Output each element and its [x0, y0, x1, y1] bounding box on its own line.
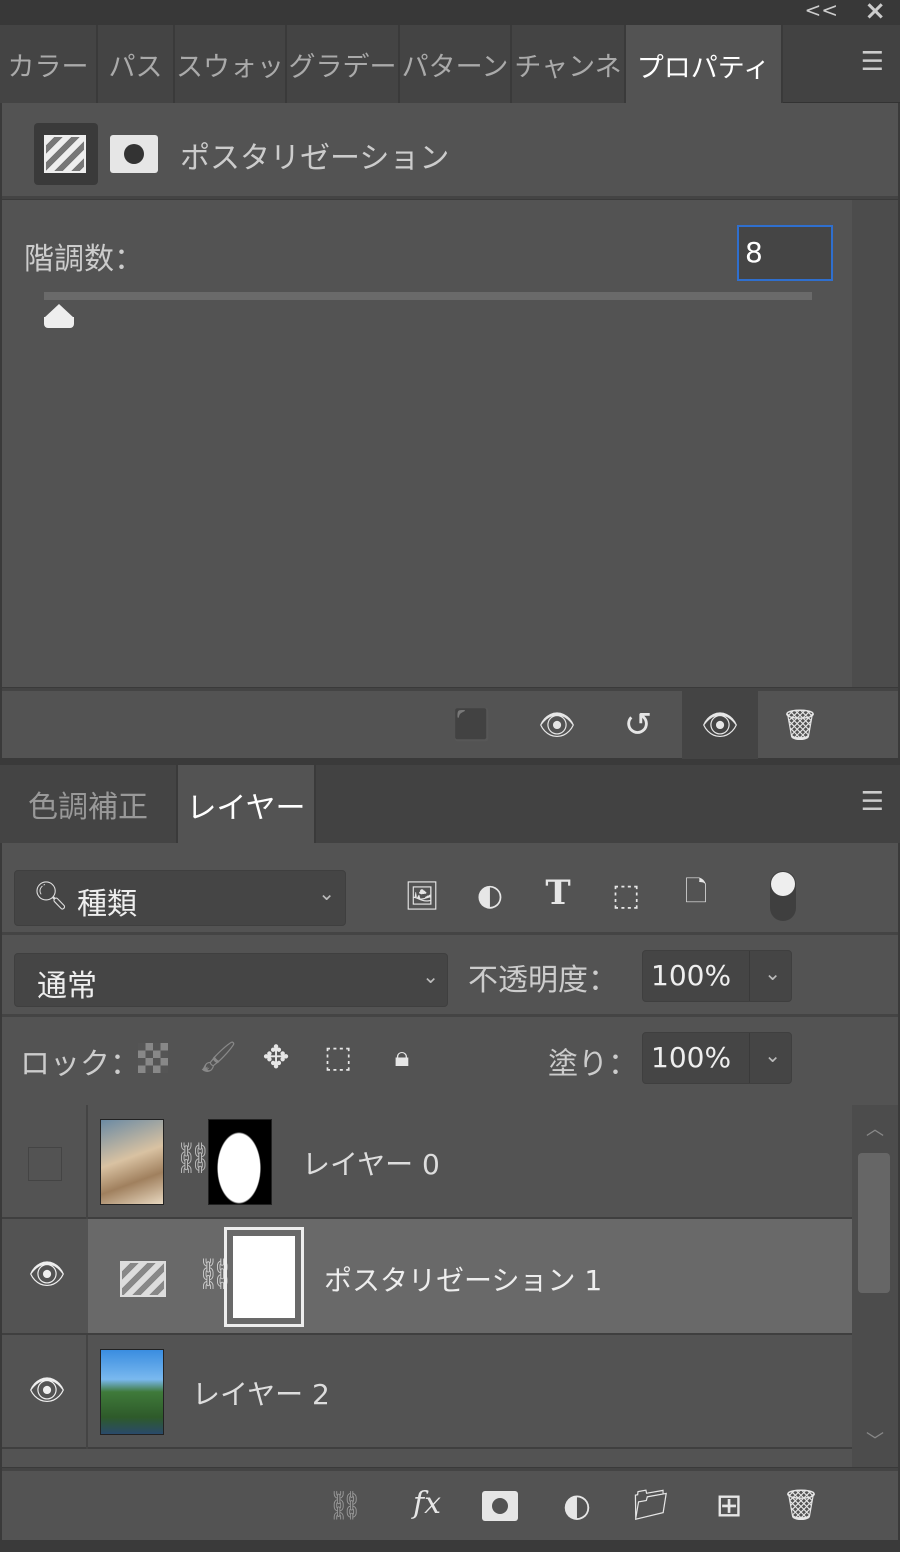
scrollbar-thumb[interactable]: [858, 1153, 890, 1293]
levels-slider-track[interactable]: [44, 292, 812, 300]
filter-toggle[interactable]: [770, 871, 796, 921]
layer-mask-thumbnail[interactable]: [208, 1119, 272, 1205]
tab-properties[interactable]: プロパティ: [626, 25, 783, 105]
layer-row-selected[interactable]: 👁 ⛓ ポスタリゼーション 1: [2, 1219, 854, 1335]
opacity-label: 不透明度：: [468, 963, 618, 998]
toggle-visibility-icon[interactable]: 👁: [682, 691, 758, 759]
panel-title-bar: << ×: [0, 0, 900, 26]
view-previous-state-icon[interactable]: 👁: [527, 703, 587, 747]
filter-smart-object-icon[interactable]: 🗋: [676, 875, 716, 915]
levels-label: 階調数：: [24, 242, 144, 277]
link-icon[interactable]: ⛓: [174, 1141, 212, 1176]
scroll-up-icon[interactable]: ︿: [866, 1115, 884, 1141]
reset-icon[interactable]: ↺: [608, 703, 668, 747]
delete-icon[interactable]: 🗑: [772, 703, 828, 747]
lock-transparent-icon[interactable]: [138, 1043, 168, 1073]
filter-kind-value: 種類: [77, 887, 137, 922]
fill-value: 100%: [651, 1041, 732, 1074]
filter-adjustment-icon[interactable]: ◐: [470, 875, 510, 915]
filter-pixel-icon[interactable]: 🖼: [402, 875, 442, 915]
lock-all-icon[interactable]: 🔒︎: [382, 1037, 422, 1077]
properties-content: 階調数： 8: [2, 200, 852, 687]
layers-list: ⛓ レイヤー 0 👁 ⛓ ポスタリゼーション 1 👁 レイヤー 2: [2, 1105, 898, 1467]
tab-paths[interactable]: パス: [98, 25, 175, 103]
levels-input[interactable]: 8: [737, 225, 833, 281]
properties-toolbar: ⬛ 👁 ↺ 👁 🗑: [2, 688, 898, 759]
search-icon: 🔍︎: [33, 879, 69, 912]
adjustment-title: ポスタリゼーション: [180, 141, 450, 176]
scroll-down-icon[interactable]: ﹀: [866, 1427, 884, 1453]
blend-row: 通常 ⌄ 不透明度： 100% ⌄: [2, 935, 898, 1017]
filter-shape-icon[interactable]: ⬚: [606, 875, 646, 915]
fill-input[interactable]: 100% ⌄: [642, 1032, 792, 1084]
layer-thumbnail: [100, 1349, 164, 1435]
properties-header: ポスタリゼーション: [2, 103, 898, 199]
delete-layer-icon[interactable]: 🗑: [778, 1485, 824, 1525]
new-adjustment-icon[interactable]: ◐: [554, 1485, 600, 1525]
tab-layers[interactable]: レイヤー: [178, 765, 316, 845]
layer-mask-thumbnail[interactable]: [224, 1227, 304, 1327]
chevron-down-icon[interactable]: ⌄: [764, 961, 781, 985]
filter-type-icon[interactable]: T: [538, 873, 578, 913]
filter-row: 🔍︎ 種類 ⌄ 🖼 ◐ T ⬚ 🗋: [2, 843, 898, 935]
opacity-value: 100%: [651, 959, 732, 992]
layers-scrollbar[interactable]: ︿ ﹀: [852, 1105, 898, 1467]
fill-label: 塗り：: [548, 1047, 638, 1082]
visibility-checkbox[interactable]: [28, 1147, 62, 1181]
properties-scrollbar[interactable]: [852, 200, 898, 687]
blend-mode-value: 通常: [37, 969, 97, 1004]
lock-paint-brush-icon[interactable]: 🖌: [198, 1037, 238, 1077]
clip-to-layer-icon[interactable]: ⬛: [442, 703, 502, 747]
new-layer-icon[interactable]: ⊞: [706, 1485, 752, 1525]
adjustment-tab-button[interactable]: [34, 123, 98, 185]
tab-swatches[interactable]: スウォッ: [175, 25, 287, 103]
panel-menu-icon[interactable]: ☰: [861, 47, 884, 77]
eye-icon[interactable]: 👁: [28, 1373, 66, 1408]
filter-kind-select[interactable]: 🔍︎ 種類 ⌄: [14, 870, 346, 926]
mask-tab-button[interactable]: [110, 135, 158, 173]
chevron-down-icon[interactable]: ⌄: [764, 1043, 781, 1067]
layers-menu-icon[interactable]: ☰: [861, 787, 884, 817]
posterize-icon: [44, 135, 86, 173]
layer-row[interactable]: 👁 レイヤー 2: [2, 1335, 854, 1449]
layer-row[interactable]: ⛓ レイヤー 0: [2, 1105, 854, 1219]
close-button[interactable]: ×: [864, 0, 886, 26]
opacity-input[interactable]: 100% ⌄: [642, 950, 792, 1002]
layer-name[interactable]: レイヤー 2: [192, 1373, 330, 1413]
tab-gradients[interactable]: グラデー: [287, 25, 400, 103]
link-layers-icon[interactable]: ⛓: [322, 1485, 368, 1525]
tab-adjustments[interactable]: 色調補正: [0, 765, 178, 843]
tab-patterns[interactable]: パターン: [400, 25, 512, 103]
adjustment-layer-icon: [120, 1261, 166, 1297]
add-mask-icon[interactable]: [482, 1491, 518, 1521]
levels-slider-thumb[interactable]: [44, 304, 74, 318]
layer-name[interactable]: レイヤー 0: [302, 1143, 440, 1183]
chevron-down-icon: ⌄: [318, 881, 335, 905]
mask-icon: [124, 144, 144, 164]
lock-move-icon[interactable]: ✥: [256, 1037, 296, 1077]
layer-thumbnail: [100, 1119, 164, 1205]
layers-toolbar: ⛓ fx ◐ 📁︎ ⊞ 🗑: [2, 1468, 898, 1540]
slider-thumb-base: [44, 317, 74, 328]
fx-icon[interactable]: fx: [402, 1483, 452, 1523]
new-group-icon[interactable]: 📁︎: [628, 1485, 674, 1525]
tab-channels[interactable]: チャンネ: [512, 25, 626, 103]
lock-artboard-icon[interactable]: ⬚: [318, 1037, 358, 1077]
eye-icon[interactable]: 👁: [28, 1257, 66, 1292]
lock-label: ロック：: [20, 1047, 140, 1082]
blend-mode-select[interactable]: 通常 ⌄: [14, 953, 448, 1007]
layer-name[interactable]: ポスタリゼーション 1: [324, 1259, 602, 1299]
collapse-button[interactable]: <<: [804, 0, 838, 22]
tab-color[interactable]: カラー: [0, 25, 98, 103]
lock-row: ロック： 🖌 ✥ ⬚ 🔒︎ 塗り： 100% ⌄: [2, 1017, 898, 1105]
top-tab-bar: カラー パス スウォッ グラデー パターン チャンネ プロパティ ☰: [0, 25, 900, 105]
chevron-down-icon: ⌄: [422, 964, 439, 988]
layers-tab-bar: 色調補正 レイヤー ☰: [0, 765, 900, 845]
